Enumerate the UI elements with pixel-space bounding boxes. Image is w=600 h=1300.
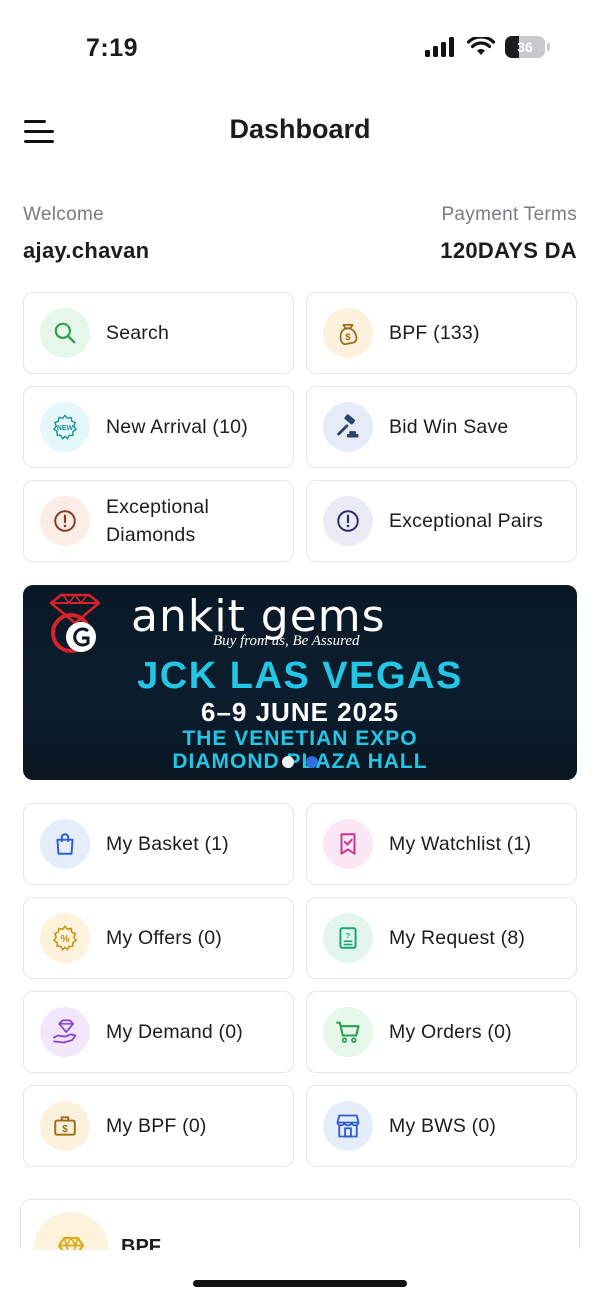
- bid-win-save-tile-label: Bid Win Save: [389, 416, 509, 438]
- cart-icon: [323, 1007, 373, 1057]
- my-bpf-tile-label: My BPF (0): [106, 1115, 207, 1137]
- svg-text:$: $: [345, 332, 351, 342]
- bpf-tile[interactable]: $ BPF (133): [306, 292, 577, 374]
- exceptional-pairs-tile[interactable]: Exceptional Pairs: [306, 480, 577, 562]
- shopping-bag-icon: [40, 819, 90, 869]
- welcome-label: Welcome: [23, 204, 104, 225]
- exceptional-pairs-tile-label: Exceptional Pairs: [389, 510, 544, 532]
- welcome-block: Welcome ajay.chavan: [23, 204, 149, 264]
- document-icon: ?: [323, 913, 373, 963]
- search-tile[interactable]: Search: [23, 292, 294, 374]
- carousel-dot-2[interactable]: [306, 756, 318, 768]
- battery-level: 36: [517, 39, 533, 55]
- promo-banner[interactable]: ankit gems Buy from us, Be Assured JCK L…: [23, 585, 577, 780]
- status-bar: 7:19 36: [0, 0, 600, 96]
- my-offers-tile-label: My Offers (0): [106, 927, 223, 949]
- app-header: Dashboard: [0, 100, 600, 164]
- home-indicator[interactable]: [193, 1280, 407, 1287]
- money-bag-icon: $: [323, 308, 373, 358]
- new-arrival-tile-label: New Arrival (10): [106, 416, 248, 438]
- ankit-gems-logo-icon: [49, 593, 101, 653]
- bottom-safe-area: [0, 1250, 600, 1300]
- search-tile-label: Search: [106, 322, 169, 344]
- my-demand-tile-label: My Demand (0): [106, 1021, 243, 1043]
- carousel-dot-1[interactable]: [282, 756, 294, 768]
- banner-dates: 6–9 JUNE 2025: [200, 697, 400, 727]
- discount-icon: %: [40, 913, 90, 963]
- my-bpf-tile[interactable]: $ My BPF (0): [23, 1085, 294, 1167]
- store-icon: [323, 1101, 373, 1151]
- my-watchlist-tile[interactable]: My Watchlist (1): [306, 803, 577, 885]
- my-bws-tile[interactable]: My BWS (0): [306, 1085, 577, 1167]
- quick-actions-grid: Search $ BPF (133) NEW New Arrival (10) …: [23, 292, 577, 562]
- my-watchlist-tile-label: My Watchlist (1): [389, 833, 532, 855]
- bid-win-save-tile[interactable]: Bid Win Save: [306, 386, 577, 468]
- bpf-tile-label: BPF (133): [389, 322, 480, 344]
- banner-venue-line1: THE VENETIAN EXPO: [182, 727, 418, 750]
- my-items-grid: My Basket (1) My Watchlist (1) % My Offe…: [23, 803, 577, 1167]
- banner-tagline: Buy from us, Be Assured: [213, 633, 360, 649]
- my-offers-tile[interactable]: % My Offers (0): [23, 897, 294, 979]
- gavel-icon: [323, 402, 373, 452]
- svg-text:?: ?: [346, 931, 351, 940]
- status-icons: 36: [425, 36, 550, 58]
- svg-text:NEW: NEW: [57, 425, 74, 432]
- my-demand-tile[interactable]: My Demand (0): [23, 991, 294, 1073]
- exceptional-diamonds-tile[interactable]: Exceptional Diamonds: [23, 480, 294, 562]
- cellular-signal-icon: [425, 37, 454, 57]
- page-title: Dashboard: [229, 114, 371, 144]
- payment-terms-label: Payment Terms: [441, 204, 577, 225]
- new-arrival-tile[interactable]: NEW New Arrival (10): [23, 386, 294, 468]
- payment-terms-block: Payment Terms 120DAYS DA: [440, 204, 577, 264]
- diamond-hand-icon: [40, 1007, 90, 1057]
- payment-terms-value: 120DAYS DA: [440, 238, 577, 263]
- my-bws-tile-label: My BWS (0): [389, 1115, 497, 1137]
- my-basket-tile[interactable]: My Basket (1): [23, 803, 294, 885]
- briefcase-dollar-icon: $: [40, 1101, 90, 1151]
- status-time: 7:19: [86, 34, 139, 62]
- wifi-icon: [467, 37, 495, 55]
- my-orders-tile[interactable]: My Orders (0): [306, 991, 577, 1073]
- svg-text:%: %: [60, 933, 70, 945]
- my-orders-tile-label: My Orders (0): [389, 1021, 512, 1043]
- bookmark-check-icon: [323, 819, 373, 869]
- alert-circle-icon: [40, 496, 90, 546]
- battery-indicator: 36: [505, 36, 545, 58]
- my-request-tile-label: My Request (8): [389, 927, 526, 949]
- exceptional-diamonds-tile-label: Exceptional Diamonds: [106, 496, 210, 546]
- banner-headline: JCK LAS VEGAS: [137, 655, 463, 697]
- new-badge-icon: NEW: [40, 402, 90, 452]
- svg-text:$: $: [62, 1124, 68, 1135]
- search-icon: [40, 308, 90, 358]
- my-basket-tile-label: My Basket (1): [106, 833, 229, 855]
- alert-circle-icon: [323, 496, 373, 546]
- my-request-tile[interactable]: ? My Request (8): [306, 897, 577, 979]
- username: ajay.chavan: [23, 238, 150, 263]
- carousel-dots: [282, 756, 318, 768]
